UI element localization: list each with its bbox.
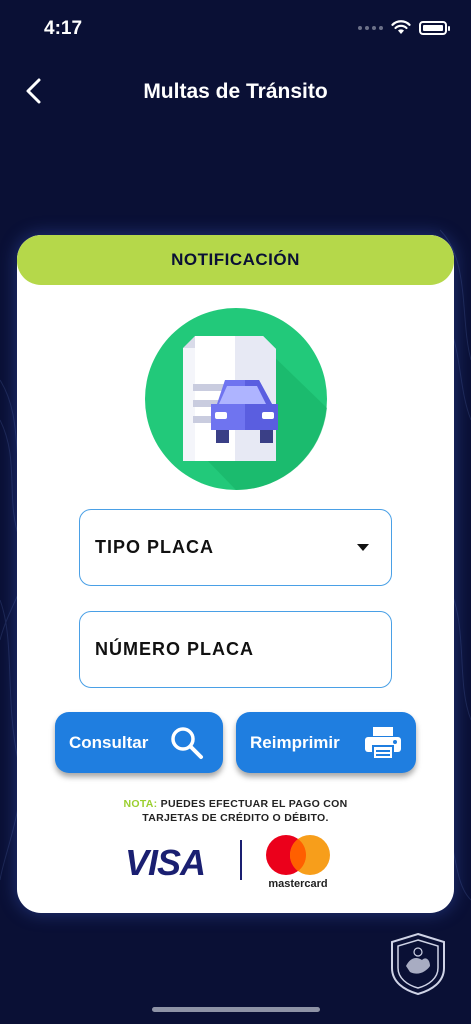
card-header: NOTIFICACIÓN: [17, 235, 454, 285]
document-car-icon: [145, 308, 327, 490]
numero-placa-placeholder: NÚMERO PLACA: [95, 639, 254, 659]
wifi-icon: [391, 20, 411, 34]
reimprimir-label: Reimprimir: [250, 732, 340, 752]
note-label: NOTA:: [123, 798, 158, 810]
municipal-seal-icon: [391, 932, 445, 996]
mastercard-logo: mastercard: [261, 834, 335, 894]
dropdown-caret-icon: [357, 544, 369, 551]
notification-card: NOTIFICACIÓN TIPO PLACA NÚMERO PLACA Con…: [17, 235, 454, 913]
status-icons: [358, 20, 450, 35]
mastercard-circles-icon: [266, 835, 330, 875]
note-line-1: PUEDES EFECTUAR EL PAGO CON: [160, 798, 348, 810]
status-time: 4:17: [44, 18, 83, 39]
page-title: Multas de Tránsito: [143, 80, 328, 103]
note-line-2: TARJETAS DE CRÉDITO O DÉBITO.: [142, 812, 329, 824]
reimprimir-button[interactable]: Reimprimir: [236, 712, 416, 773]
payment-note: NOTA: PUEDES EFECTUAR EL PAGO CON TARJET…: [17, 797, 454, 825]
battery-icon: [419, 20, 450, 35]
mastercard-text: mastercard: [268, 878, 328, 890]
signal-icon: [358, 25, 383, 30]
printer-icon: [365, 727, 401, 760]
payment-cards: VISA mastercard: [125, 832, 345, 892]
numero-placa-input[interactable]: NÚMERO PLACA: [79, 611, 392, 688]
search-icon: [171, 727, 203, 759]
tipo-placa-select[interactable]: TIPO PLACA: [79, 509, 392, 586]
nav-bar: Multas de Tránsito: [0, 70, 471, 114]
logo-divider: [240, 840, 242, 880]
consultar-button[interactable]: Consultar: [55, 712, 223, 773]
status-bar: 4:17: [0, 0, 471, 60]
tipo-placa-label: TIPO PLACA: [95, 537, 215, 557]
visa-logo: VISA: [125, 842, 206, 883]
home-indicator: [152, 1007, 320, 1012]
consultar-label: Consultar: [69, 732, 149, 752]
